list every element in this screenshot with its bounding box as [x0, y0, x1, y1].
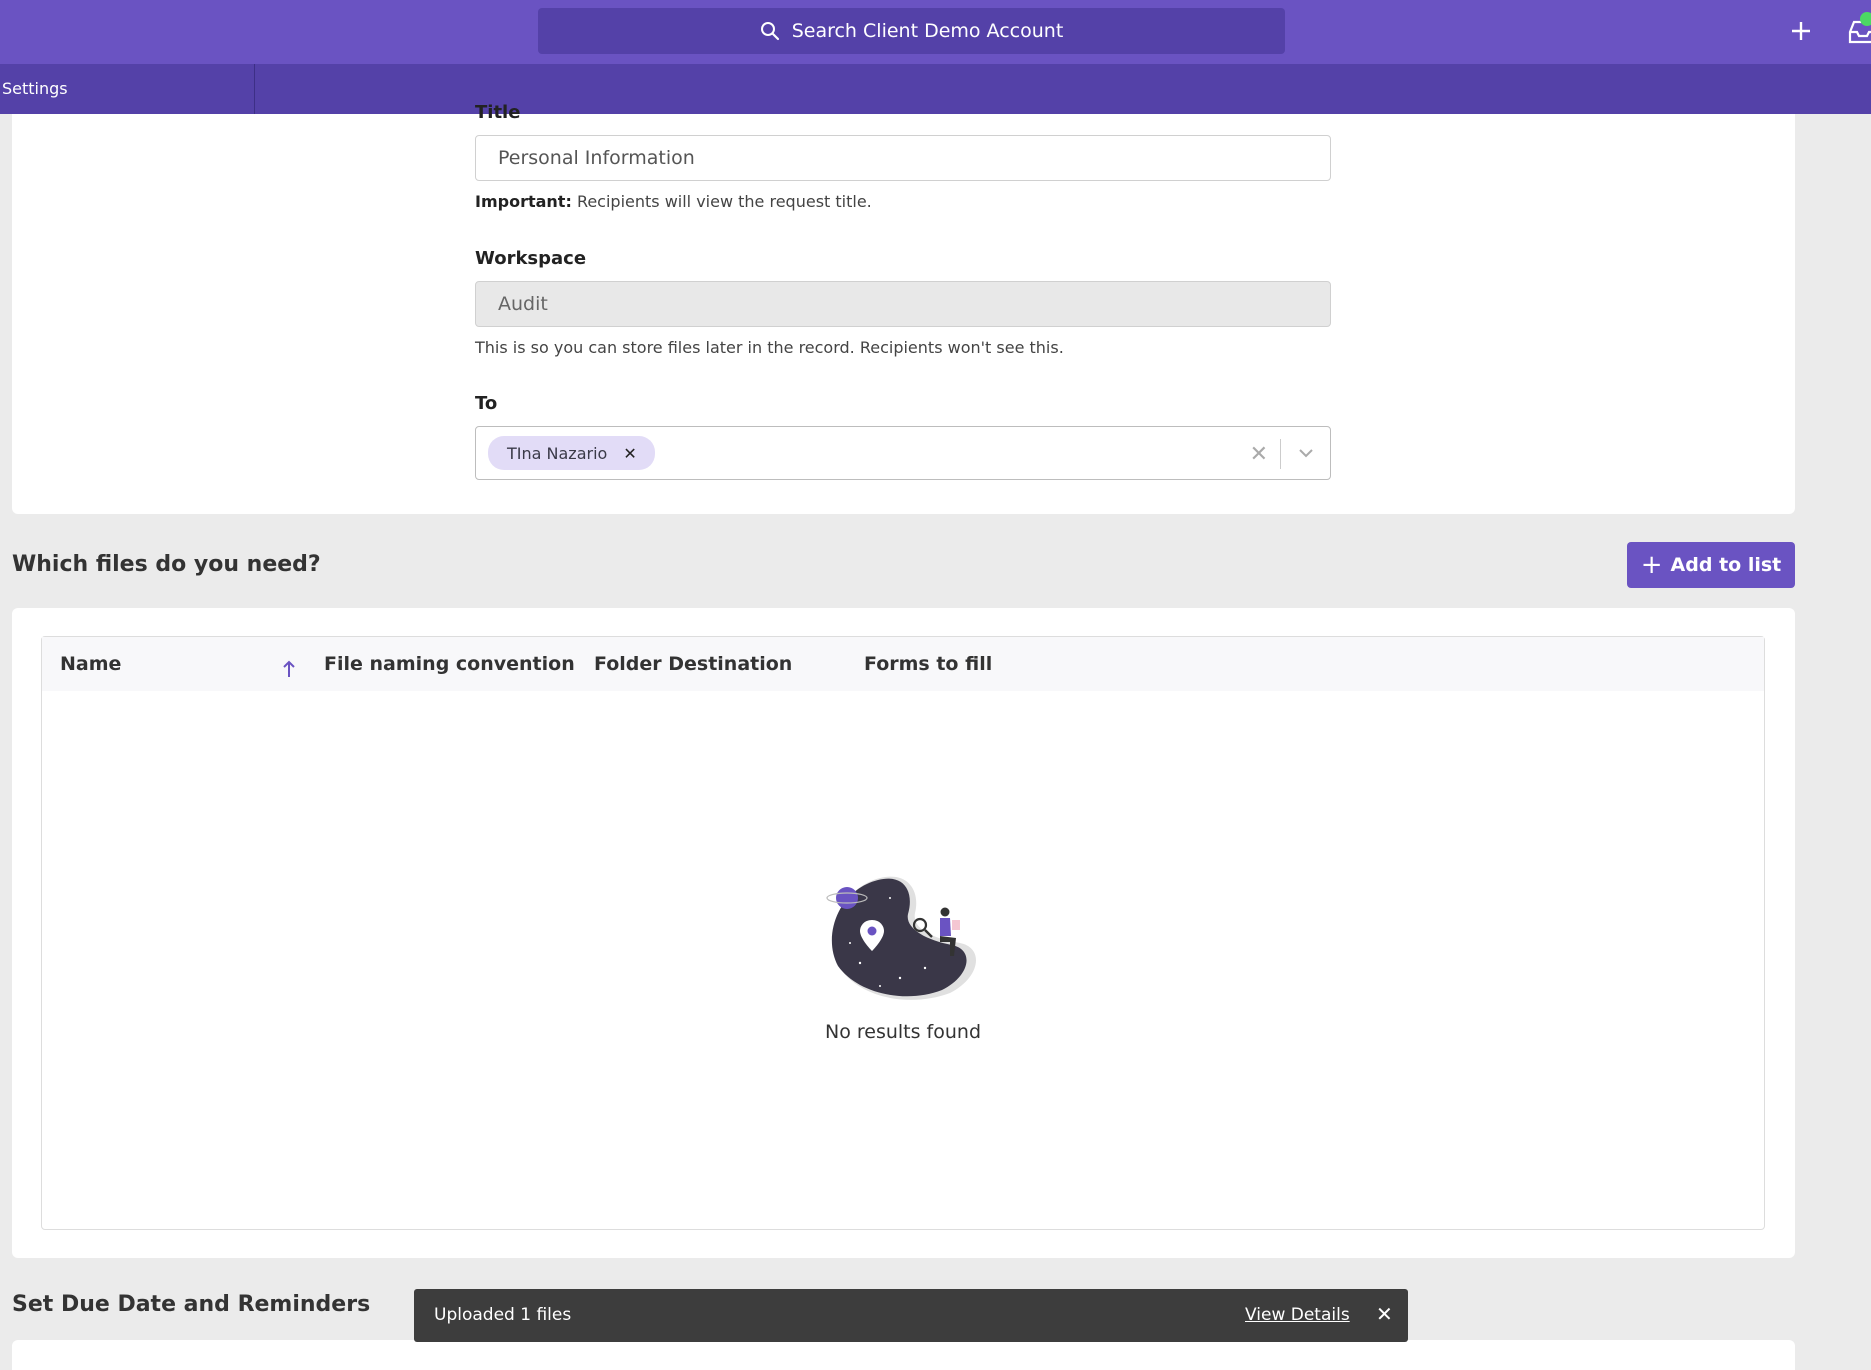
search-placeholder: Search Client Demo Account	[791, 20, 1064, 42]
column-header-file-naming[interactable]: File naming convention	[324, 653, 575, 675]
sub-nav: Settings	[0, 64, 1871, 114]
empty-state-text: No results found	[824, 1021, 982, 1043]
files-section-title: Which files do you need?	[12, 552, 321, 577]
add-to-list-label: Add to list	[1670, 554, 1782, 576]
settings-nav-item[interactable]: Settings	[2, 79, 68, 98]
title-help-bold: Important:	[475, 192, 572, 211]
upload-toast: Uploaded 1 files View Details ✕	[414, 1289, 1408, 1342]
view-details-link[interactable]: View Details	[1245, 1305, 1350, 1325]
recipient-chip: TIna Nazario ✕	[488, 436, 655, 470]
nav-divider	[254, 64, 255, 114]
close-icon[interactable]: ✕	[1376, 1302, 1393, 1326]
sort-ascending-icon[interactable]	[282, 659, 296, 679]
title-label: Title	[475, 102, 521, 123]
recipient-select[interactable]: TIna Nazario ✕ ✕	[475, 426, 1331, 480]
due-date-card	[12, 1340, 1795, 1370]
table-header: Name File naming convention Folder Desti…	[42, 637, 1764, 691]
recipient-chip-label: TIna Nazario	[507, 443, 608, 463]
title-input-value: Personal Information	[498, 147, 695, 169]
title-input[interactable]: Personal Information	[475, 135, 1331, 181]
due-date-section-title: Set Due Date and Reminders	[12, 1292, 371, 1317]
notification-dot	[1860, 12, 1871, 26]
workspace-input-value: Audit	[498, 293, 548, 315]
workspace-help-text: This is so you can store files later in …	[475, 338, 1064, 357]
workspace-label: Workspace	[475, 248, 587, 269]
workspace-input: Audit	[475, 281, 1331, 327]
select-separator	[1280, 439, 1281, 469]
remove-recipient-icon[interactable]: ✕	[623, 444, 636, 463]
chevron-down-icon[interactable]	[1296, 443, 1316, 463]
plus-icon[interactable]	[1784, 14, 1818, 48]
column-header-name[interactable]: Name	[60, 653, 121, 675]
top-bar: Search Client Demo Account	[0, 0, 1871, 64]
empty-state-illustration	[826, 876, 977, 1000]
plus-icon: +	[1640, 550, 1663, 580]
global-search-bar[interactable]: Search Client Demo Account	[538, 8, 1285, 54]
search-icon	[760, 22, 779, 41]
column-header-forms-to-fill[interactable]: Forms to fill	[864, 653, 992, 675]
column-header-folder-destination[interactable]: Folder Destination	[594, 653, 792, 675]
to-label: To	[475, 393, 498, 414]
clear-selection-icon[interactable]: ✕	[1250, 442, 1268, 467]
title-help-text: Important: Recipients will view the requ…	[475, 192, 872, 211]
add-to-list-button[interactable]: + Add to list	[1627, 542, 1795, 588]
title-help-body: Recipients will view the request title.	[576, 192, 872, 211]
toast-message: Uploaded 1 files	[434, 1305, 572, 1325]
